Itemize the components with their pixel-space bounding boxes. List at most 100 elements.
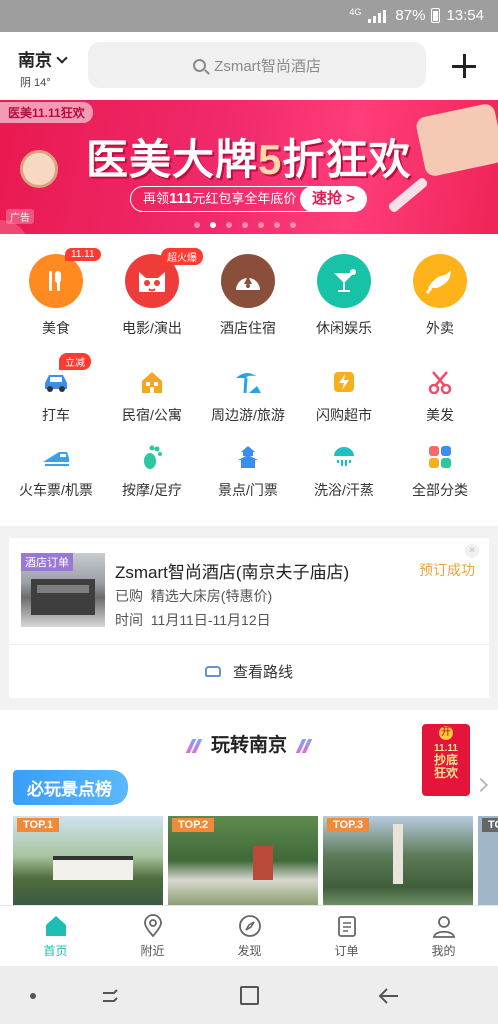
category-item[interactable]: 酒店住宿	[198, 254, 298, 338]
location-pin-icon	[141, 914, 165, 938]
tab-label: 附近	[140, 944, 165, 958]
car-icon	[204, 665, 221, 677]
foot-icon	[137, 442, 167, 472]
search-input[interactable]: Zsmart智尚酒店	[88, 42, 426, 88]
category-label: 火车票/机票	[19, 482, 93, 498]
category-item[interactable]: 按摩/足疗	[102, 442, 202, 500]
car-icon: 立减	[41, 353, 91, 397]
category-label: 美发	[426, 407, 454, 423]
pagoda-icon	[233, 442, 263, 472]
spot-card[interactable]: TOP.1	[13, 816, 163, 905]
recent-apps-icon[interactable]	[100, 986, 122, 1006]
category-grid: 11.11 美食 超火爆 电影/演出 酒店住宿 休闲娱乐 外卖 立减 打车 民宿/公寓 周边游/旅游…	[0, 234, 498, 526]
weather-info: 阴 14°	[20, 77, 51, 89]
carousel-dot[interactable]	[258, 222, 264, 228]
home-square-icon[interactable]	[240, 986, 259, 1005]
signal-icon	[368, 9, 387, 23]
category-item[interactable]: 火车票/机票	[6, 442, 106, 500]
tab-item[interactable]: 发现	[200, 906, 299, 967]
clipboard-icon	[335, 914, 359, 938]
category-label: 闪购超市	[316, 407, 372, 423]
category-badge: 超火爆	[161, 248, 203, 265]
tab-item[interactable]: 订单	[297, 906, 396, 967]
spot-card[interactable]: TOP.2	[168, 816, 318, 905]
city-selector[interactable]: 南京	[18, 46, 68, 71]
grid-icon	[425, 442, 455, 472]
tab-item[interactable]: 附近	[103, 906, 202, 967]
red-envelope-promo[interactable]: 开 11.11 抄底 狂欢	[422, 724, 470, 796]
category-item[interactable]: 景点/门票	[198, 442, 298, 500]
category-badge: 立减	[59, 353, 91, 370]
carousel-dot[interactable]	[274, 222, 280, 228]
category-item[interactable]: 闪购超市	[294, 367, 394, 425]
category-label: 周边游/旅游	[211, 407, 285, 423]
home-icon	[44, 914, 68, 938]
banner-title: 医美大牌5折狂欢	[86, 136, 412, 183]
spot-card[interactable]: TOP.3	[323, 816, 473, 905]
category-label: 洗浴/汗蒸	[314, 482, 374, 498]
hotel-photo: 酒店订单	[21, 553, 105, 627]
city-name: 南京	[18, 51, 52, 70]
category-item[interactable]: 立减打车	[6, 353, 106, 425]
time-line: 时间 11月11日-11月12日	[115, 612, 271, 628]
back-arrow-icon[interactable]	[378, 986, 400, 1006]
banner-cta-button[interactable]: 速抢 >	[300, 186, 367, 212]
close-icon[interactable]: ×	[465, 544, 479, 558]
category-label: 休闲娱乐	[316, 320, 372, 336]
scissors-icon	[425, 367, 455, 397]
category-label: 外卖	[426, 320, 454, 336]
compass-icon	[238, 914, 262, 938]
shower-icon	[329, 442, 359, 472]
train-icon	[41, 442, 71, 472]
carousel-dot[interactable]	[194, 222, 200, 228]
play-city-section: 玩转南京 开 11.11 抄底 狂欢 必玩景点榜 TOP.1 TOP.2 TOP…	[0, 710, 498, 905]
carousel-dots	[194, 222, 296, 228]
tab-label: 订单	[334, 944, 359, 958]
tab-item[interactable]: 首页	[6, 906, 105, 967]
category-label: 打车	[42, 407, 70, 423]
category-item[interactable]: 洗浴/汗蒸	[294, 442, 394, 500]
cat-icon: 超火爆	[125, 248, 203, 308]
category-label: 美食	[42, 320, 70, 336]
cocktail-icon	[317, 254, 371, 308]
chevron-right-icon[interactable]	[473, 777, 489, 793]
category-label: 全部分类	[412, 482, 468, 498]
plus-icon[interactable]	[452, 54, 476, 78]
fork-knife-icon: 11.11	[29, 248, 101, 308]
category-item[interactable]: 民宿/公寓	[102, 367, 202, 425]
search-icon	[193, 58, 207, 72]
tab-label: 我的	[431, 944, 456, 958]
chevron-down-icon	[56, 52, 68, 64]
lightning-icon	[329, 367, 359, 397]
carousel-dot[interactable]	[210, 222, 216, 228]
status-bar: 4G 87% 13:54	[0, 0, 498, 32]
spot-card[interactable]: TO	[478, 816, 498, 905]
carousel-dot[interactable]	[226, 222, 232, 228]
ranking-tab[interactable]: 必玩景点榜	[13, 770, 128, 805]
category-item[interactable]: 外卖	[390, 254, 490, 338]
tab-item[interactable]: 我的	[394, 906, 493, 967]
network-label: 4G	[349, 6, 362, 17]
category-label: 按摩/足疗	[122, 482, 182, 498]
dot-icon[interactable]	[30, 993, 36, 999]
view-route-button[interactable]: 查看路线	[9, 644, 489, 698]
category-item[interactable]: 11.11 美食	[6, 248, 106, 338]
carousel-dot[interactable]	[290, 222, 296, 228]
category-item[interactable]: 美发	[390, 367, 490, 425]
category-label: 酒店住宿	[220, 320, 276, 336]
coin-icon	[414, 102, 498, 178]
category-item[interactable]: 休闲娱乐	[294, 254, 394, 338]
hotel-name: Zsmart智尚酒店(南京夫子庙店)	[115, 563, 350, 582]
category-badge: 11.11	[65, 248, 101, 261]
category-item[interactable]: 超火爆 电影/演出	[102, 248, 203, 338]
category-label: 民宿/公寓	[122, 407, 182, 423]
battery-percent: 87%	[395, 7, 426, 24]
hotel-order-card[interactable]: 酒店订单 × Zsmart智尚酒店(南京夫子庙店) 预订成功 已购 精选大床房(…	[9, 538, 489, 698]
promo-banner[interactable]: 医美11.11狂欢 医美大牌5折狂欢 再领111元红包享全年底价 速抢 > 广告	[0, 100, 498, 234]
category-item[interactable]: 全部分类	[390, 442, 490, 500]
tab-label: 发现	[237, 944, 262, 958]
carousel-dot[interactable]	[242, 222, 248, 228]
house-icon	[137, 367, 167, 397]
battery-icon	[431, 8, 441, 23]
category-item[interactable]: 周边游/旅游	[198, 367, 298, 425]
